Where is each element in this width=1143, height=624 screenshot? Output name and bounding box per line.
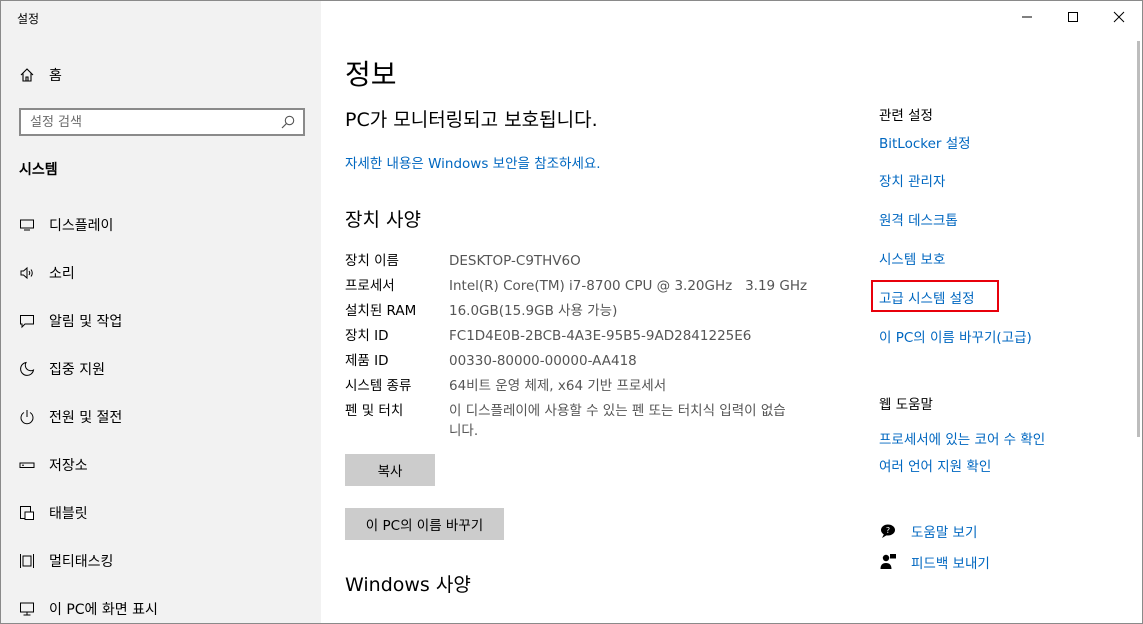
remote-desktop-link[interactable]: 원격 데스크톱 xyxy=(879,209,958,229)
spec-key: 설치된 RAM xyxy=(345,303,417,319)
sidebar-nav: 디스플레이 소리 알림 및 작업 집중 지원 전원 및 절전 저장소 태블릿 멀… xyxy=(1,201,321,623)
spec-row: 장치 이름 DESKTOP-C9THV6O xyxy=(345,251,825,271)
device-manager-link[interactable]: 장치 관리자 xyxy=(879,170,945,190)
language-support-link[interactable]: 여러 언어 지원 확인 xyxy=(879,455,991,475)
sidebar-item-multitasking[interactable]: 멀티태스킹 xyxy=(1,537,321,585)
spec-key: 장치 ID xyxy=(345,328,389,344)
help-chat-icon: ? xyxy=(879,522,897,540)
spec-key: 제품 ID xyxy=(345,353,389,369)
sidebar-item-power[interactable]: 전원 및 절전 xyxy=(1,393,321,441)
feedback-icon xyxy=(879,553,897,571)
spec-key: 장치 이름 xyxy=(345,253,399,269)
multitasking-icon xyxy=(19,553,35,569)
windows-specs-heading: Windows 사양 xyxy=(345,574,471,596)
sidebar-item-label: 멀티태스킹 xyxy=(49,554,114,570)
spec-row: 제품 ID 00330-80000-00000-AA418 xyxy=(345,351,825,371)
spec-value: 64비트 운영 체제, x64 기반 프로세서 xyxy=(449,378,667,394)
spec-key: 프로세서 xyxy=(345,278,395,294)
spec-key: 펜 및 터치 xyxy=(345,403,404,419)
sidebar-home[interactable]: 홈 xyxy=(19,65,62,85)
spec-value: 이 디스플레이에 사용할 수 있는 펜 또는 터치식 입력이 없습니다. xyxy=(449,403,786,439)
spec-value: 00330-80000-00000-AA418 xyxy=(449,353,637,369)
maximize-icon xyxy=(1068,12,1078,22)
maximize-button[interactable] xyxy=(1050,1,1096,33)
spec-row: 설치된 RAM 16.0GB(15.9GB 사용 가능) xyxy=(345,301,825,321)
advanced-system-settings-link[interactable]: 고급 시스템 설정 xyxy=(879,287,975,307)
get-help-label: 도움말 보기 xyxy=(911,525,978,541)
main-content: 정보 PC가 모니터링되고 보호됩니다. 자세한 내용은 Windows 보안을… xyxy=(321,1,841,623)
related-settings-heading: 관련 설정 xyxy=(879,108,933,124)
protection-heading: PC가 모니터링되고 보호됩니다. xyxy=(345,109,598,131)
spec-value: Intel(R) Core(TM) i7-8700 CPU @ 3.20GHz … xyxy=(449,278,808,294)
sidebar-home-label: 홈 xyxy=(49,68,62,84)
minimize-button[interactable] xyxy=(1004,1,1050,33)
get-help-link[interactable]: ? 도움말 보기 xyxy=(879,521,977,541)
close-icon xyxy=(1113,11,1125,23)
processor-cores-link[interactable]: 프로세서에 있는 코어 수 확인 xyxy=(879,428,1045,448)
app-title: 설정 xyxy=(17,12,40,26)
spec-row: 장치 ID FC1D4E0B-2BCB-4A3E-95B5-9AD2841225… xyxy=(345,326,825,346)
svg-text:?: ? xyxy=(886,526,890,535)
settings-window: 설정 홈 시스템 디스플레이 xyxy=(0,0,1143,624)
spec-row: 시스템 종류 64비트 운영 체제, x64 기반 프로세서 xyxy=(345,376,825,396)
sidebar-item-display[interactable]: 디스플레이 xyxy=(1,201,321,249)
sidebar-item-focus-assist[interactable]: 집중 지원 xyxy=(1,345,321,393)
rename-pc-advanced-link[interactable]: 이 PC의 이름 바꾸기(고급) xyxy=(879,326,1032,346)
sidebar-item-label: 소리 xyxy=(49,266,75,282)
sidebar-item-label: 태블릿 xyxy=(49,506,88,522)
spec-value: FC1D4E0B-2BCB-4A3E-95B5-9AD2841225E6 xyxy=(449,328,752,344)
feedback-label: 피드백 보내기 xyxy=(911,556,990,572)
device-specs-table: 장치 이름 DESKTOP-C9THV6O 프로세서 Intel(R) Core… xyxy=(345,251,825,446)
spec-value: DESKTOP-C9THV6O xyxy=(449,253,581,269)
close-button[interactable] xyxy=(1096,1,1142,33)
scrollbar[interactable] xyxy=(1137,41,1140,437)
sound-icon xyxy=(19,265,35,281)
spec-row: 프로세서 Intel(R) Core(TM) i7-8700 CPU @ 3.2… xyxy=(345,276,825,296)
minimize-icon xyxy=(1022,16,1032,18)
sidebar-item-label: 이 PC에 화면 표시 xyxy=(49,602,158,618)
project-icon xyxy=(19,601,35,617)
bitlocker-link[interactable]: BitLocker 설정 xyxy=(879,132,971,152)
spec-key: 시스템 종류 xyxy=(345,378,412,394)
storage-icon xyxy=(19,457,35,473)
related-settings-panel: 관련 설정 BitLocker 설정 장치 관리자 원격 데스크톱 시스템 보호… xyxy=(841,1,1131,623)
sidebar-item-label: 디스플레이 xyxy=(49,218,114,234)
sidebar-item-tablet[interactable]: 태블릿 xyxy=(1,489,321,537)
device-specs-heading: 장치 사양 xyxy=(345,209,421,231)
sidebar-item-label: 전원 및 절전 xyxy=(49,410,123,426)
windows-security-link[interactable]: 자세한 내용은 Windows 보안을 참조하세요. xyxy=(345,152,601,172)
spec-row: 펜 및 터치 이 디스플레이에 사용할 수 있는 펜 또는 터치식 입력이 없습… xyxy=(345,401,825,441)
sidebar-item-label: 저장소 xyxy=(49,458,88,474)
tablet-icon xyxy=(19,505,35,521)
notification-icon xyxy=(19,313,35,329)
system-protection-link[interactable]: 시스템 보호 xyxy=(879,248,945,268)
rename-pc-button[interactable]: 이 PC의 이름 바꾸기 xyxy=(345,508,504,540)
search-input[interactable] xyxy=(21,110,271,134)
search-box[interactable] xyxy=(19,108,305,136)
sidebar-item-notifications[interactable]: 알림 및 작업 xyxy=(1,297,321,345)
spec-value: 16.0GB(15.9GB 사용 가능) xyxy=(449,303,618,319)
focus-assist-icon xyxy=(19,361,35,377)
sidebar-section-label: 시스템 xyxy=(19,162,58,178)
feedback-link[interactable]: 피드백 보내기 xyxy=(879,552,990,572)
sidebar-item-label: 집중 지원 xyxy=(49,362,105,378)
sidebar-item-label: 알림 및 작업 xyxy=(49,314,123,330)
power-icon xyxy=(19,409,35,425)
search-icon[interactable] xyxy=(280,114,296,130)
copy-button[interactable]: 복사 xyxy=(345,454,435,486)
sidebar-item-project[interactable]: 이 PC에 화면 표시 xyxy=(1,585,321,623)
web-help-heading: 웹 도움말 xyxy=(879,397,933,413)
sidebar: 설정 홈 시스템 디스플레이 xyxy=(1,1,321,623)
window-controls xyxy=(1004,1,1142,33)
home-icon xyxy=(19,67,35,83)
sidebar-item-sound[interactable]: 소리 xyxy=(1,249,321,297)
sidebar-item-storage[interactable]: 저장소 xyxy=(1,441,321,489)
display-icon xyxy=(19,217,35,233)
page-title: 정보 xyxy=(345,58,397,91)
